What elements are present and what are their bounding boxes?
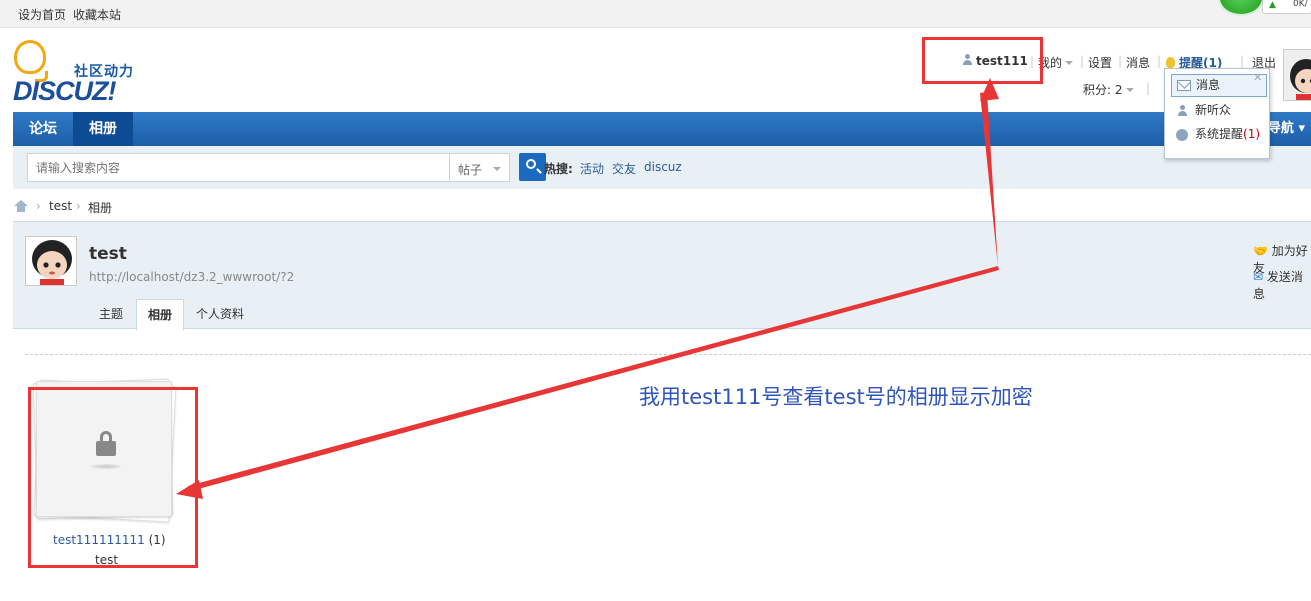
reminder-count: (1) <box>1243 127 1261 141</box>
hot-search-link[interactable]: 交友 <box>612 160 636 177</box>
dropdown-item-new-followers[interactable]: 新听众 <box>1171 100 1267 123</box>
send-message-link[interactable]: ✉ 发送消息 <box>1253 268 1311 302</box>
close-icon[interactable]: ✕ <box>1253 71 1262 84</box>
header-avatar[interactable] <box>1283 49 1311 101</box>
breadcrumb-separator: › <box>76 199 81 213</box>
settings-link[interactable]: 设置 <box>1088 54 1112 71</box>
search-bar: 帖子 热搜: 活动 交友 discuz <box>13 146 1311 189</box>
speed-ball-icon[interactable] <box>1218 0 1264 16</box>
dropdown-item-label: 系统提醒 <box>1195 127 1244 141</box>
search-input[interactable] <box>27 153 450 182</box>
breadcrumb-current: 相册 <box>88 201 113 215</box>
profile-url[interactable]: http://localhost/dz3.2_wwwroot/?2 <box>89 270 294 284</box>
nav-quick-label: 导航 <box>1267 121 1294 136</box>
dropdown-item-label: 消息 <box>1196 78 1221 92</box>
breadcrumb-user[interactable]: test <box>49 199 72 213</box>
separator: | <box>1146 81 1151 95</box>
chevron-down-icon <box>1125 88 1134 92</box>
bookmark-site-link[interactable]: 收藏本站 <box>73 6 121 23</box>
chevron-down-icon <box>493 167 501 171</box>
profile-header: test http://localhost/dz3.2_wwwroot/?2 主… <box>13 221 1311 331</box>
chevron-down-icon <box>1065 61 1074 65</box>
separator: | <box>1157 54 1162 68</box>
search-icon <box>526 159 536 169</box>
logo-bulb-icon <box>14 40 48 82</box>
profile-avatar[interactable] <box>25 236 77 286</box>
search-type-label: 帖子 <box>458 163 483 177</box>
user-icon <box>1177 105 1191 116</box>
annotation-text: 我用test111号查看test号的相册显示加密 <box>639 385 1033 409</box>
points-label: 积分: 2 <box>1083 83 1123 97</box>
handshake-icon: 🤝 <box>1253 244 1268 258</box>
profile-name: test <box>89 244 127 264</box>
tab-album[interactable]: 相册 <box>136 299 185 331</box>
envelope-icon: ✉ <box>1253 270 1264 284</box>
tab-profile[interactable]: 个人资料 <box>185 299 255 330</box>
top-bar: 设为首页 收藏本站 ▲ 0K/ <box>0 0 1311 28</box>
search-button[interactable] <box>519 153 546 181</box>
home-icon[interactable] <box>14 200 28 212</box>
hot-search-label: 热搜: <box>544 162 573 176</box>
hot-search-link[interactable]: 活动 <box>580 160 604 177</box>
dropdown-item-system-reminders[interactable]: 系统提醒(1) <box>1171 124 1267 147</box>
annotation-box-username <box>922 37 1043 84</box>
annotation-box-album <box>28 387 198 568</box>
search-type-select[interactable]: 帖子 <box>449 153 510 182</box>
set-homepage-link[interactable]: 设为首页 <box>18 6 66 23</box>
nav-quick-menu[interactable]: 导航 ▾ <box>1268 112 1305 146</box>
main-nav: 论坛 相册 导航 ▾ <box>13 112 1311 146</box>
separator: | <box>1118 54 1123 68</box>
gear-icon <box>1176 129 1188 141</box>
lightbulb-icon <box>1166 57 1175 68</box>
network-speed-badge: ▲ 0K/ <box>1262 0 1311 14</box>
separator: | <box>1240 54 1245 68</box>
messages-link[interactable]: 消息 <box>1126 54 1150 71</box>
mine-menu[interactable]: 我的 <box>1038 54 1074 71</box>
logo-wordmark[interactable]: DISCUZ! <box>13 76 116 107</box>
hot-search-link[interactable]: discuz <box>644 160 682 174</box>
envelope-icon <box>1177 80 1191 91</box>
dropdown-item-label: 新听众 <box>1195 103 1232 117</box>
separator: | <box>1080 54 1085 68</box>
nav-album[interactable]: 相册 <box>73 112 133 146</box>
divider <box>25 354 1311 355</box>
nav-forum[interactable]: 论坛 <box>13 112 73 146</box>
points-menu[interactable]: 积分: 2 <box>1083 81 1134 98</box>
breadcrumb-separator: › <box>36 199 41 213</box>
tab-threads[interactable]: 主题 <box>88 299 134 330</box>
